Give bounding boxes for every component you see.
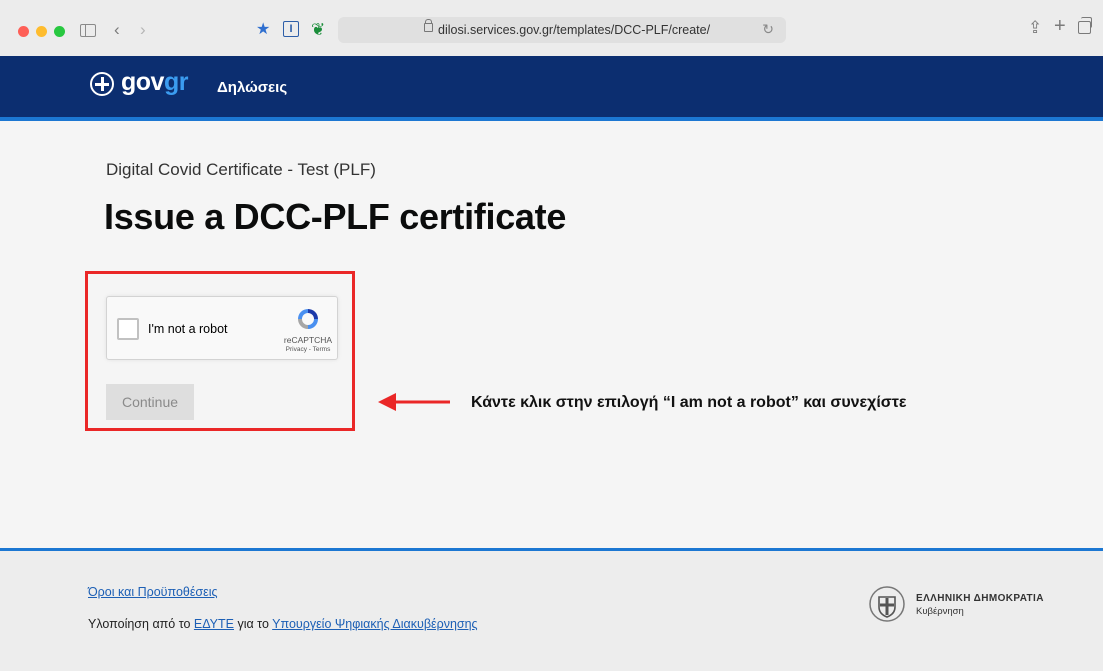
back-icon[interactable]: ‹ (114, 20, 120, 40)
ministry-link[interactable]: Υπουργείο Ψηφιακής Διακυβέρνησης (272, 617, 477, 631)
gov-emblem-icon (90, 72, 114, 96)
evernote-extension-icon[interactable]: ❦ (311, 20, 325, 40)
terms-link[interactable]: Όροι και Προϋποθέσεις (88, 585, 218, 599)
gov-logo[interactable]: govgr (121, 68, 188, 97)
logo-gr-text: gr (163, 68, 189, 96)
lock-icon (424, 19, 433, 32)
arrow-left-icon (378, 393, 450, 411)
logo-gov-text: gov (121, 68, 164, 96)
hellenic-republic-emblem-icon (869, 586, 905, 622)
sidebar-toggle-icon[interactable] (80, 24, 96, 37)
republic-name: ΕΛΛΗΝΙΚΗ ΔΗΜΟΚΡΑΤΙΑ (916, 593, 1044, 604)
credit-prefix: Υλοποίηση από το (88, 617, 194, 631)
recaptcha-widget: I'm not a robot reCAPTCHA Privacy - Term… (106, 296, 338, 360)
forward-icon[interactable]: › (140, 20, 146, 40)
credit-middle: για το (233, 617, 273, 631)
recaptcha-label: I'm not a robot (148, 322, 228, 336)
minimize-window-button[interactable] (36, 26, 47, 37)
recaptcha-brand: reCAPTCHA (283, 335, 333, 345)
continue-button[interactable]: Continue (106, 384, 194, 420)
footer-credit: Υλοποίηση από το ΕΔΥΤΕ για το Υπουργείο … (88, 617, 478, 631)
recaptcha-privacy-terms-link[interactable]: Privacy - Terms (283, 346, 333, 353)
fullscreen-window-button[interactable] (54, 26, 65, 37)
page-eyebrow: Digital Covid Certificate - Test (PLF) (106, 160, 376, 179)
edyte-link[interactable]: ΕΔΥΤΕ (194, 617, 234, 631)
text-extension-icon[interactable]: I (283, 21, 299, 37)
url-text: dilosi.services.gov.gr/templates/DCC-PLF… (438, 23, 711, 37)
close-window-button[interactable] (18, 26, 29, 37)
reload-icon[interactable]: ↻ (762, 21, 774, 38)
pin-extension-icon[interactable]: ★ (256, 20, 270, 40)
site-header: govgr Δηλώσεις (0, 56, 1103, 121)
tab-overview-icon[interactable] (1078, 17, 1092, 34)
browser-toolbar: ‹ › ★ I ❦ dilosi.services.gov.gr/templat… (0, 0, 1103, 57)
site-footer: Όροι και Προϋποθέσεις Υλοποίηση από το Ε… (0, 548, 1103, 671)
republic-subtitle: Κυβέρνηση (916, 606, 964, 617)
recaptcha-checkbox[interactable] (117, 318, 139, 340)
share-icon[interactable]: ⇪ (1028, 18, 1042, 38)
page-title: Issue a DCC-PLF certificate (104, 196, 567, 237)
instruction-callout: Κάντε κλικ στην επιλογή “I am not a robo… (471, 394, 907, 411)
address-bar[interactable]: dilosi.services.gov.gr/templates/DCC-PLF… (338, 17, 786, 43)
new-tab-icon[interactable]: + (1054, 16, 1066, 36)
nav-title[interactable]: Δηλώσεις (217, 79, 287, 96)
recaptcha-logo-icon (298, 309, 318, 329)
